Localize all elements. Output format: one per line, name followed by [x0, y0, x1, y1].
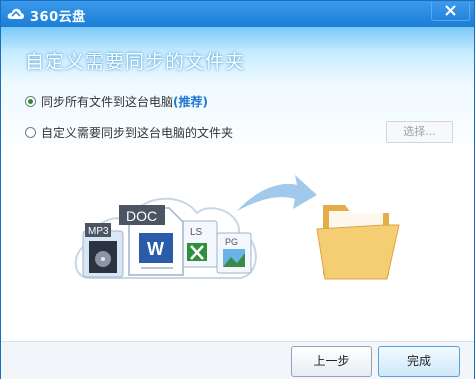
folder-icon — [316, 205, 400, 280]
page-title: 自定义需要同步的文件夹 — [25, 51, 246, 73]
app-title: 360云盘 — [30, 10, 86, 25]
footer-bar: 上一步 完成 — [1, 341, 474, 379]
svg-text:W: W — [147, 239, 164, 259]
title-bar[interactable]: 360云盘 — [1, 1, 474, 27]
doc-tag: DOC — [126, 208, 157, 224]
prev-step-button[interactable]: 上一步 — [291, 346, 372, 377]
mp3-file-icon: MP3 — [82, 223, 124, 278]
sync-illustration: MP3 LS PG DOC W — [74, 175, 400, 280]
sync-arrow-icon — [237, 175, 317, 211]
content-area: 同步所有文件到这台电脑 (推荐) 自定义需要同步到这台电脑的文件夹 选择... … — [1, 83, 474, 341]
xls-file-icon: LS — [180, 220, 218, 268]
setup-window: 360云盘 自定义需要同步的文件夹 同步所有文件到这台电脑 (推荐) 自定义需要… — [0, 0, 475, 379]
mp3-tag: MP3 — [88, 226, 109, 237]
doc-file-icon: DOC W — [119, 205, 184, 276]
jpg-file-icon: PG — [216, 232, 252, 274]
close-icon — [445, 5, 456, 16]
close-button[interactable] — [431, 2, 470, 21]
xls-tag: LS — [190, 227, 203, 238]
jpg-tag: PG — [225, 237, 238, 247]
cloud-logo-icon — [7, 8, 24, 19]
finish-button[interactable]: 完成 — [378, 346, 460, 377]
header-banner: 自定义需要同步的文件夹 — [1, 27, 474, 83]
